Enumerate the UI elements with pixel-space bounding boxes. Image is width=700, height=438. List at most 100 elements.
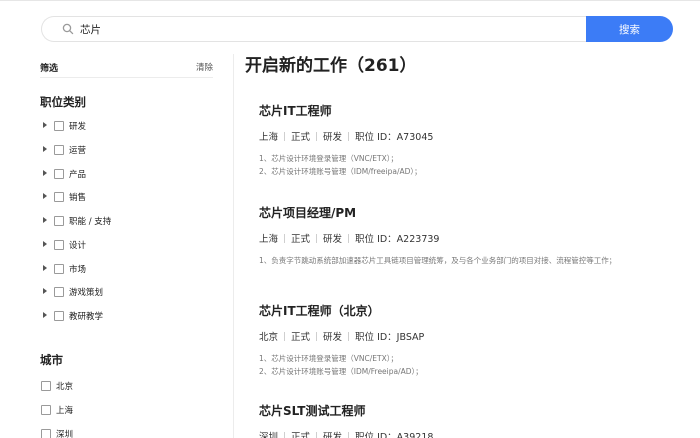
job-card[interactable]: 芯片SLT测试工程师 深圳 正式 研发 职位 ID：A39218 <box>259 402 669 438</box>
job-type: 正式 <box>291 132 311 143</box>
city-checkbox[interactable] <box>41 405 51 415</box>
job-meta: 上海 正式 研发 职位 ID：A73045 <box>259 129 669 143</box>
job-desc-line: 1、负责字节跳动系统部加速器芯片工具链项目管理统筹，及与各个业务部门的项目对接、… <box>259 256 617 265</box>
meta-divider <box>348 132 350 141</box>
category-checkbox[interactable] <box>54 240 64 250</box>
job-id: 职位 ID：A223739 <box>355 234 440 245</box>
caret-right-icon[interactable] <box>43 241 47 247</box>
meta-divider <box>316 332 318 341</box>
category-label: 市场 <box>69 265 87 275</box>
category-item[interactable]: 运营 <box>40 142 213 160</box>
job-meta: 上海 正式 研发 职位 ID：A223739 <box>259 231 669 245</box>
job-city: 深圳 <box>259 432 279 438</box>
job-card[interactable]: 芯片IT工程师 上海 正式 研发 职位 ID：A73045 1、芯片设计环境登录管理（… <box>259 102 669 178</box>
category-item[interactable]: 研发 <box>40 118 213 136</box>
category-label: 产品 <box>69 170 87 180</box>
caret-right-icon[interactable] <box>43 170 47 176</box>
city-label: 北京 <box>56 382 74 392</box>
meta-divider <box>348 332 350 341</box>
caret-right-icon[interactable] <box>43 217 47 223</box>
category-label: 游戏策划 <box>69 288 104 298</box>
filter-header: 筛选 清除 <box>40 58 213 78</box>
job-id: 职位 ID：A39218 <box>355 432 434 438</box>
job-description: 1、芯片设计环境登录管理（VNC/ETX）； 2、芯片设计环境账号管理（IDM/… <box>259 152 669 178</box>
filter-sidebar: 筛选 清除 职位类别 研发 运营 产品 销售 职能 / 支持 设计 市场 游戏策… <box>40 54 213 438</box>
meta-divider <box>316 432 318 438</box>
caret-right-icon[interactable] <box>43 193 47 199</box>
category-label: 教研教学 <box>69 312 104 322</box>
job-city: 上海 <box>259 132 279 143</box>
job-id: 职位 ID：A73045 <box>355 132 434 143</box>
job-desc-line: 1、芯片设计环境登录管理（VNC/ETX）； <box>259 354 398 363</box>
search-box[interactable] <box>41 16 588 42</box>
meta-divider <box>284 132 286 141</box>
job-type: 正式 <box>291 432 311 438</box>
category-section-title: 职位类别 <box>40 95 86 109</box>
city-checkbox[interactable] <box>41 381 51 391</box>
clear-filters-link[interactable]: 清除 <box>196 61 213 73</box>
category-label: 运营 <box>69 146 87 156</box>
category-label: 研发 <box>69 122 87 132</box>
category-item[interactable]: 市场 <box>40 261 213 279</box>
sidebar-divider <box>233 54 234 438</box>
meta-divider <box>284 432 286 438</box>
category-item[interactable]: 产品 <box>40 166 213 184</box>
job-title[interactable]: 芯片IT工程师（北京） <box>259 302 669 319</box>
filter-label: 筛选 <box>40 64 59 74</box>
category-checkbox[interactable] <box>54 145 64 155</box>
job-category: 研发 <box>323 332 343 343</box>
job-category: 研发 <box>323 234 343 245</box>
job-desc-line: 2、芯片设计环境账号管理（IDM/freeipa/AD）； <box>259 167 422 176</box>
caret-right-icon[interactable] <box>43 288 47 294</box>
search-icon <box>62 23 74 35</box>
category-checkbox[interactable] <box>54 169 64 179</box>
category-checkbox[interactable] <box>54 264 64 274</box>
job-card[interactable]: 芯片项目经理/PM 上海 正式 研发 职位 ID：A223739 1、负责字节跳动系统… <box>259 204 669 267</box>
job-type: 正式 <box>291 332 311 343</box>
job-meta: 北京 正式 研发 职位 ID：JBSAP <box>259 329 669 343</box>
category-checkbox[interactable] <box>54 311 64 321</box>
caret-right-icon[interactable] <box>43 265 47 271</box>
city-label: 深圳 <box>56 430 74 438</box>
job-title[interactable]: 芯片IT工程师 <box>259 102 669 119</box>
category-item[interactable]: 销售 <box>40 189 213 207</box>
category-label: 职能 / 支持 <box>69 217 112 227</box>
category-item[interactable]: 职能 / 支持 <box>40 213 213 231</box>
city-label: 上海 <box>56 406 74 416</box>
caret-right-icon[interactable] <box>43 146 47 152</box>
job-meta: 深圳 正式 研发 职位 ID：A39218 <box>259 429 669 438</box>
meta-divider <box>348 432 350 438</box>
category-label: 设计 <box>69 241 87 251</box>
meta-divider <box>316 132 318 141</box>
category-checkbox[interactable] <box>54 121 64 131</box>
category-checkbox[interactable] <box>54 192 64 202</box>
city-item[interactable]: 深圳 <box>40 426 213 438</box>
caret-right-icon[interactable] <box>43 312 47 318</box>
top-search-bar: 搜索 <box>0 0 700 54</box>
job-id: 职位 ID：JBSAP <box>355 332 425 343</box>
search-input[interactable] <box>80 20 560 38</box>
job-description: 1、芯片设计环境登录管理（VNC/ETX）； 2、芯片设计环境账号管理（IDM/… <box>259 352 669 378</box>
category-label: 销售 <box>69 193 87 203</box>
category-item[interactable]: 教研教学 <box>40 308 213 326</box>
job-card[interactable]: 芯片IT工程师（北京） 北京 正式 研发 职位 ID：JBSAP 1、芯片设计环境登录… <box>259 302 669 378</box>
job-title[interactable]: 芯片项目经理/PM <box>259 204 669 221</box>
city-item[interactable]: 上海 <box>40 402 213 420</box>
city-item[interactable]: 北京 <box>40 378 213 396</box>
category-checkbox[interactable] <box>54 216 64 226</box>
job-city: 北京 <box>259 332 279 343</box>
category-item[interactable]: 游戏策划 <box>40 284 213 302</box>
meta-divider <box>316 234 318 243</box>
category-item[interactable]: 设计 <box>40 237 213 255</box>
job-listing: 开启新的工作（261） 芯片IT工程师 上海 正式 研发 职位 ID：A73045 1… <box>245 54 685 438</box>
job-title[interactable]: 芯片SLT测试工程师 <box>259 402 669 419</box>
meta-divider <box>348 234 350 243</box>
job-type: 正式 <box>291 234 311 245</box>
caret-right-icon[interactable] <box>43 122 47 128</box>
city-checkbox[interactable] <box>41 429 51 438</box>
page-title: 开启新的工作（261） <box>245 56 417 76</box>
meta-divider <box>284 234 286 243</box>
search-button[interactable]: 搜索 <box>586 16 673 42</box>
category-checkbox[interactable] <box>54 287 64 297</box>
job-desc-line: 1、芯片设计环境登录管理（VNC/ETX）； <box>259 154 398 163</box>
